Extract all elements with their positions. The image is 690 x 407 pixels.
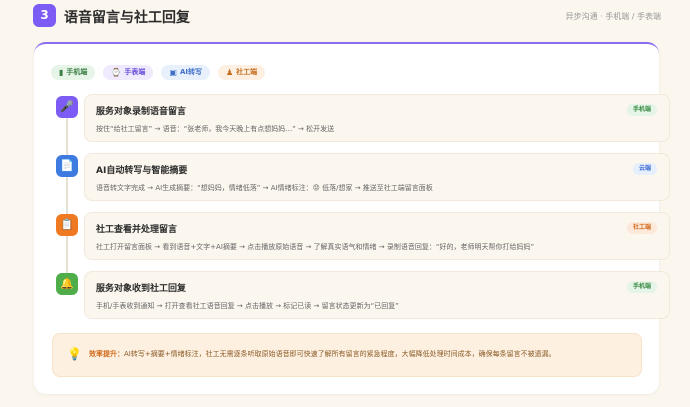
chip-social-worker[interactable]: ♟ 社工端 [217,65,266,80]
step-card-3[interactable]: 社工查看并处理留言 社工打开留言面板 → 看到语音+文字+AI摘要 → 点击播放… [84,212,670,260]
step-tag: 手机端 [626,281,657,293]
note-text: 效率提升：AI转写+摘要+情绪标注，社工无需逐条听取原始语音即可快速了解所有留言… [89,349,556,359]
note-label: 效率提升： [89,350,124,358]
step-description: 手机/手表收到通知 → 打开查看社工语音回复 → 点击播放 → 标记已读 → 留… [96,302,399,310]
note-body: AI转写+摘要+情绪标注，社工无需逐条听取原始语音即可快速了解所有留言的紧急程度… [124,350,556,358]
document-icon: 📄 [56,155,78,177]
step-title: AI自动转写与智能摘要 [96,166,188,176]
step-tag: 手机端 [626,104,657,116]
microphone-icon: 🎤 [56,96,78,118]
step-description: 社工打开留言面板 → 看到语音+文字+AI摘要 → 点击播放原始语音 → 了解真… [96,243,535,251]
chip-phone[interactable]: ▮ 手机端 [51,65,96,80]
step-card-2[interactable]: AI自动转写与智能摘要 语音转文字完成 → AI生成摘要：“想妈妈，情绪低落” … [84,153,670,201]
chip-label: 手机端 [66,68,88,76]
lightbulb-icon: 💡 [67,347,82,361]
page-title: 语音留言与社工回复 [64,10,190,26]
clipboard-icon: 📋 [56,214,78,236]
step-tag: 云端 [632,163,657,175]
phone-icon: ▮ [59,68,64,77]
step-title: 社工查看并处理留言 [96,225,178,235]
social-worker-icon: ♟ [225,68,234,77]
breadcrumb: 异步沟通 · 手机端 / 手表端 [565,12,661,21]
header: 3 语音留言与社工回复 异步沟通 · 手机端 / 手表端 [0,0,690,34]
ai-icon: ▣ [169,68,177,77]
chip-label: 社工端 [236,68,258,76]
flow-card: ▮ 手机端 ⌚ 手表端 ▣ AI转写 ♟ 社工端 🎤 服务对象录制语音留言 按住… [34,42,670,394]
step-card-1[interactable]: 服务对象录制语音留言 按住“给社工留言” → 语音：“张老师，我今天晚上有点想妈… [84,94,670,142]
efficiency-note: 💡 效率提升：AI转写+摘要+情绪标注，社工无需逐条听取原始语音即可快速了解所有… [52,333,642,377]
step-card-4[interactable]: 服务对象收到社工回复 手机/手表收到通知 → 打开查看社工语音回复 → 点击播放… [84,271,670,319]
step-tag: 社工端 [626,222,657,234]
platform-chips: ▮ 手机端 ⌚ 手表端 ▣ AI转写 ♟ 社工端 [51,65,266,80]
chip-watch[interactable]: ⌚ 手表端 [103,65,154,80]
step-description: 按住“给社工留言” → 语音：“张老师，我今天晚上有点想妈妈…” → 松开发送 [96,125,335,133]
bell-icon: 🔔 [56,273,78,295]
timeline-line [66,106,68,284]
chip-label: 手表端 [124,68,146,76]
step-title: 服务对象收到社工回复 [96,284,187,294]
step-number-badge: 3 [33,4,56,27]
chip-ai[interactable]: ▣ AI转写 [161,65,210,80]
chip-label: AI转写 [179,68,202,76]
step-title: 服务对象录制语音留言 [96,107,187,117]
watch-icon: ⌚ [111,68,122,77]
step-description: 语音转文字完成 → AI生成摘要：“想妈妈，情绪低落” → AI情绪标注：😟 低… [96,184,433,192]
